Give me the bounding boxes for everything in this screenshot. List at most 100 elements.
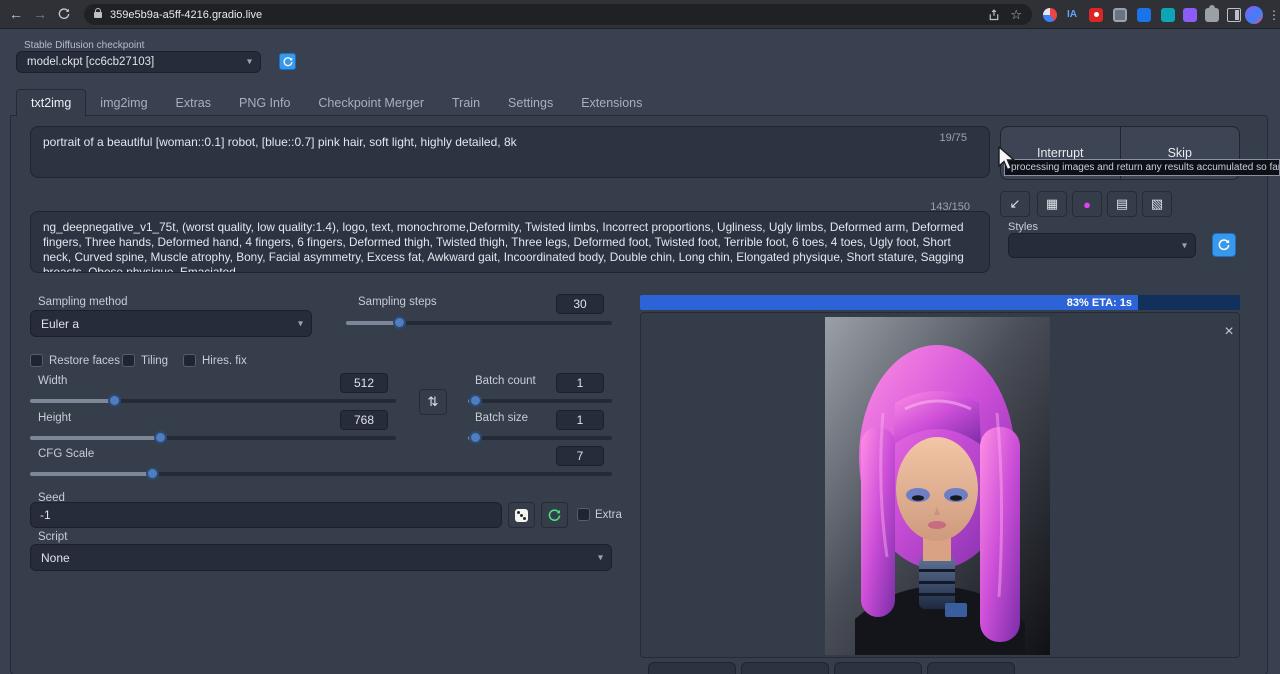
restore-faces-label: Restore faces (49, 355, 120, 367)
restore-faces-checkbox[interactable] (30, 354, 43, 367)
sampling-steps-slider[interactable] (346, 316, 612, 329)
negative-prompt-input[interactable]: ng_deepnegative_v1_75t, (worst quality, … (30, 211, 990, 273)
tab-txt2img[interactable]: txt2img (16, 89, 86, 117)
extra-seed-checkbox[interactable] (577, 508, 590, 521)
portrait-image (825, 317, 1050, 655)
batch-size-value[interactable]: 1 (556, 410, 604, 430)
extension-icon-3[interactable] (1086, 4, 1106, 25)
tab-settings[interactable]: Settings (494, 90, 567, 116)
back-button[interactable]: ← (4, 3, 28, 25)
grid-icon: ▦ (1046, 196, 1058, 212)
tab-extensions[interactable]: Extensions (567, 90, 656, 116)
refresh-checkpoint-button[interactable] (279, 53, 296, 70)
extension-icon-4[interactable] (1110, 4, 1130, 25)
tab-png-info[interactable]: PNG Info (225, 90, 304, 116)
civitai-helper-button[interactable]: ● (1072, 191, 1102, 217)
sampling-steps-label: Sampling steps (358, 296, 437, 308)
browser-menu-icon[interactable]: ⋮ (1264, 4, 1280, 25)
extension-icon-2[interactable]: IA (1062, 4, 1082, 25)
width-slider[interactable] (30, 394, 396, 407)
tab-bar: txt2img img2img Extras PNG Info Checkpoi… (16, 89, 656, 116)
width-value[interactable]: 512 (340, 373, 388, 393)
gallery-action-button[interactable] (648, 662, 736, 674)
batch-count-value[interactable]: 1 (556, 373, 604, 393)
tiling-label: Tiling (141, 355, 168, 367)
chevron-down-icon: ▾ (298, 318, 303, 329)
height-slider[interactable] (30, 431, 396, 444)
height-value[interactable]: 768 (340, 410, 388, 430)
style-card-button[interactable]: ▤ (1107, 191, 1137, 217)
negative-prompt-text: ng_deepnegative_v1_75t, (worst quality, … (31, 212, 989, 273)
forward-button[interactable]: → (28, 3, 52, 25)
seed-input[interactable]: -1 (30, 502, 502, 528)
checkpoint-dropdown[interactable]: model.ckpt [cc6cb27103] ▾ (16, 51, 261, 73)
chevron-down-icon: ▾ (598, 552, 603, 563)
tab-train[interactable]: Train (438, 90, 494, 116)
batch-size-label: Batch size (475, 412, 528, 424)
cfg-scale-slider[interactable] (30, 467, 612, 480)
checkpoint-label: Stable Diffusion checkpoint (24, 40, 144, 51)
sampling-steps-value[interactable]: 30 (556, 294, 604, 314)
sidebar-icon[interactable] (1224, 4, 1244, 25)
sampling-method-dropdown[interactable]: Euler a ▾ (30, 310, 312, 337)
batch-count-slider[interactable] (468, 394, 612, 407)
reload-button[interactable] (52, 3, 76, 25)
gallery-action-button[interactable] (741, 662, 829, 674)
progress-text: 83% ETA: 1s (1067, 297, 1132, 309)
close-preview-button[interactable]: × (1219, 322, 1239, 342)
magenta-dot-icon: ● (1083, 197, 1091, 212)
tab-checkpoint-merger[interactable]: Checkpoint Merger (304, 90, 438, 116)
width-label: Width (38, 375, 67, 387)
paste-generation-params-button[interactable]: ↙ (1000, 191, 1030, 217)
tab-extras[interactable]: Extras (162, 90, 225, 116)
hires-fix-checkbox[interactable] (183, 354, 196, 367)
script-value: None (41, 551, 70, 565)
prompt-input[interactable]: portrait of a beautiful [woman::0.1] rob… (30, 126, 990, 178)
extension-icon-1[interactable] (1040, 4, 1060, 25)
prompt-text: portrait of a beautiful [woman::0.1] rob… (31, 127, 989, 158)
progress-bar: 83% ETA: 1s (640, 295, 1240, 310)
tiling-checkbox[interactable] (122, 354, 135, 367)
generated-image[interactable] (825, 317, 1050, 655)
batch-size-slider[interactable] (468, 431, 612, 444)
script-label: Script (38, 531, 67, 543)
interrupt-tooltip: processing images and return any results… (1004, 159, 1280, 176)
extension-icon-5[interactable] (1134, 4, 1154, 25)
styles-dropdown[interactable]: ▾ (1008, 233, 1196, 258)
extra-seed-label: Extra (595, 509, 622, 521)
puzzle-extensions-icon[interactable] (1202, 4, 1222, 25)
hires-fix-label: Hires. fix (202, 355, 247, 367)
mouse-cursor (997, 146, 1019, 172)
bookmark-star-icon[interactable]: ☆ (1010, 7, 1022, 23)
swap-arrows-icon: ⇅ (428, 394, 439, 410)
tab-img2img[interactable]: img2img (86, 90, 161, 116)
save-style-button[interactable]: ▧ (1142, 191, 1172, 217)
refresh-styles-button[interactable] (1212, 233, 1236, 257)
refresh-icon (1218, 239, 1230, 251)
address-bar[interactable]: 359e5b9a-a5ff-4216.gradio.live ☆ (84, 4, 1032, 25)
url-text: 359e5b9a-a5ff-4216.gradio.live (110, 9, 262, 21)
share-icon[interactable] (988, 9, 1000, 21)
dice-icon (515, 509, 528, 522)
cfg-scale-value[interactable]: 7 (556, 446, 604, 466)
extra-networks-button[interactable]: ▦ (1037, 191, 1067, 217)
sampling-method-value: Euler a (41, 317, 79, 331)
checkpoint-value: model.ckpt [cc6cb27103] (27, 56, 154, 68)
profile-avatar[interactable] (1244, 4, 1264, 25)
reuse-seed-button[interactable] (541, 502, 568, 528)
gallery-action-button[interactable] (927, 662, 1015, 674)
styles-label: Styles (1008, 221, 1038, 233)
swap-dimensions-button[interactable]: ⇅ (419, 389, 447, 415)
extension-icon-6[interactable] (1158, 4, 1178, 25)
prompt-token-counter: 19/75 (939, 132, 967, 144)
random-seed-button[interactable] (508, 502, 535, 528)
extension-icon-7[interactable] (1180, 4, 1200, 25)
lock-icon (94, 12, 102, 18)
progress-fill: 83% ETA: 1s (640, 295, 1138, 310)
script-dropdown[interactable]: None ▾ (30, 544, 612, 571)
batch-count-label: Batch count (475, 375, 536, 387)
browser-toolbar: ← → 359e5b9a-a5ff-4216.gradio.live ☆ IA … (0, 0, 1280, 29)
gallery-action-button[interactable] (834, 662, 922, 674)
chevron-down-icon: ▾ (1182, 240, 1187, 251)
card-save-icon: ▧ (1151, 196, 1163, 212)
